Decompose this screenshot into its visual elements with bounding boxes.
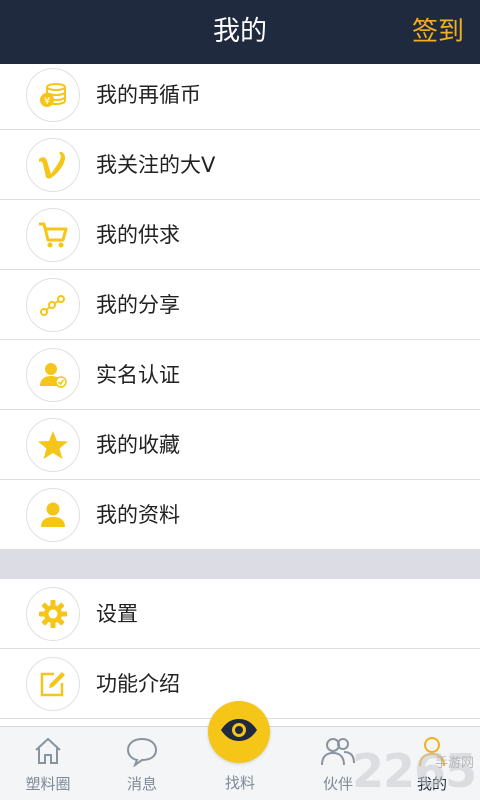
edit-icon — [26, 657, 80, 711]
share-icon — [26, 278, 80, 332]
menu-item-label: 我的再循币 — [96, 83, 201, 107]
star-icon — [26, 418, 80, 472]
menu-item-label: 我的分享 — [96, 293, 180, 317]
menu-list: ¥ 我的再循币 我关注的大V 我的供求 我的分享 实名认证 我的收藏 我的资料 … — [0, 64, 480, 719]
eye-icon — [219, 717, 259, 747]
user-icon — [384, 735, 480, 771]
tab-label: 消息 — [126, 775, 157, 793]
tab-label: 伙伴 — [322, 775, 353, 793]
tab-plastic-circle[interactable]: 塑料圈 — [0, 727, 96, 800]
menu-item-my-favorites[interactable]: 我的收藏 — [0, 410, 480, 480]
section-divider — [0, 550, 480, 579]
menu-item-my-profile[interactable]: 我的资料 — [0, 480, 480, 550]
menu-item-label: 实名认证 — [96, 363, 180, 387]
tab-label: 找料 — [224, 774, 255, 792]
message-icon — [94, 735, 190, 771]
coin-stack-icon: ¥ — [26, 68, 80, 122]
verified-user-icon — [26, 348, 80, 402]
menu-item-label: 功能介绍 — [96, 672, 180, 696]
tab-mine[interactable]: 我的 — [384, 727, 480, 800]
tab-messages[interactable]: 消息 — [94, 727, 190, 800]
menu-item-label: 我的收藏 — [96, 433, 180, 457]
shopping-cart-icon — [26, 208, 80, 262]
svg-text:¥: ¥ — [44, 96, 50, 107]
menu-item-followed-vip[interactable]: 我关注的大V — [0, 130, 480, 200]
find-material-button[interactable] — [208, 701, 270, 763]
menu-item-label: 我的供求 — [96, 223, 180, 247]
tab-label: 我的 — [416, 775, 447, 793]
partners-icon — [290, 735, 386, 771]
menu-item-real-name-verification[interactable]: 实名认证 — [0, 340, 480, 410]
menu-item-label: 我的资料 — [96, 503, 180, 527]
gear-icon — [26, 587, 80, 641]
vip-v-icon — [26, 138, 80, 192]
menu-item-recycle-coins[interactable]: ¥ 我的再循币 — [0, 64, 480, 130]
home-icon — [0, 735, 96, 771]
page-title: 我的 — [213, 16, 267, 47]
tab-label: 塑料圈 — [25, 775, 71, 793]
menu-item-label: 我关注的大V — [96, 153, 216, 177]
top-navigation-bar: 我的 签到 — [0, 0, 480, 64]
menu-item-label: 设置 — [96, 602, 138, 626]
menu-item-supply-demand[interactable]: 我的供求 — [0, 200, 480, 270]
tab-partners[interactable]: 伙伴 — [290, 727, 386, 800]
menu-item-my-shares[interactable]: 我的分享 — [0, 270, 480, 340]
sign-in-button[interactable]: 签到 — [412, 0, 464, 64]
menu-item-settings[interactable]: 设置 — [0, 579, 480, 649]
profile-icon — [26, 488, 80, 542]
